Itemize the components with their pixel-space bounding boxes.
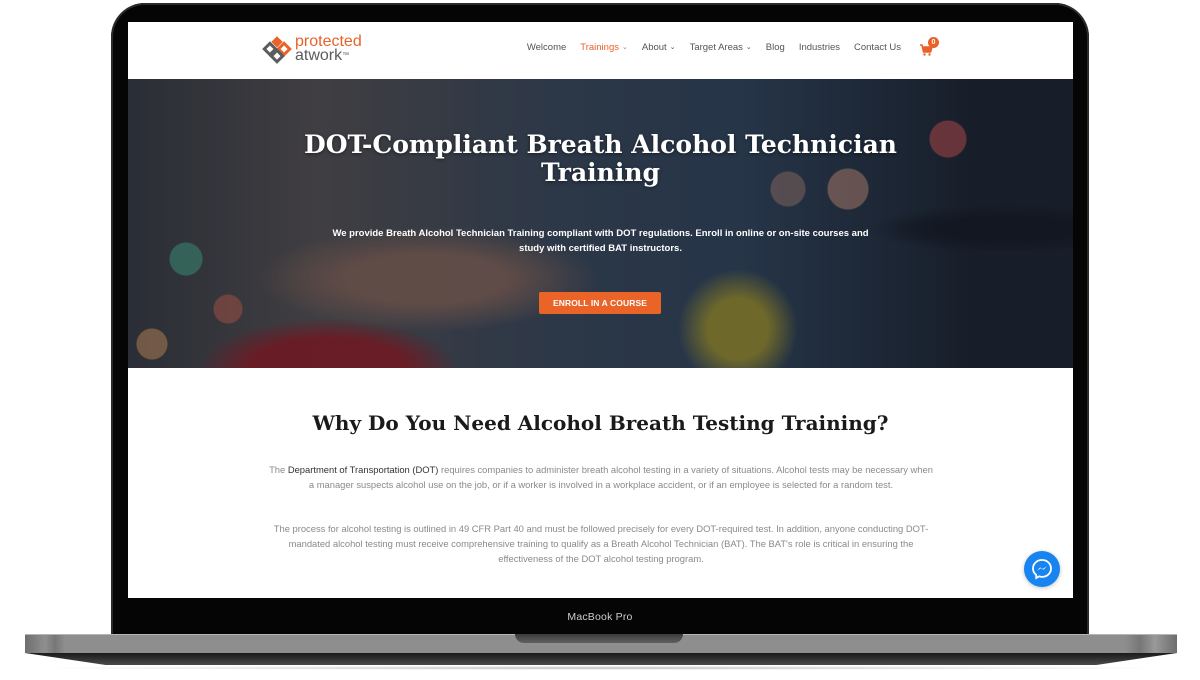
nav-label: Welcome xyxy=(526,42,567,53)
nav-label: Trainings xyxy=(580,42,619,53)
nav-label: Target Areas xyxy=(689,42,743,53)
site-header: protected atwork™ Welcome Trainings ⌄ Ab… xyxy=(128,22,1073,79)
hero-banner: DOT-Compliant Breath Alcohol Technician … xyxy=(128,79,1073,368)
nav-label: Blog xyxy=(765,42,785,53)
nav-item-contact-us[interactable]: Contact Us xyxy=(854,42,901,53)
nav-item-blog[interactable]: Blog xyxy=(766,42,785,53)
laptop-notch xyxy=(515,634,683,643)
p1-prefix: The xyxy=(269,464,288,475)
paragraph-testing-process: The process for alcohol testing is outli… xyxy=(273,523,929,564)
hero-subtitle: We provide Breath Alcohol Technician Tra… xyxy=(332,228,869,254)
logo-icon xyxy=(262,36,292,64)
dot-link[interactable]: Department of Transportation (DOT) xyxy=(288,464,439,475)
nav-label: About xyxy=(641,42,667,53)
chevron-down-icon: ⌄ xyxy=(622,43,628,51)
site-logo[interactable]: protected atwork™ xyxy=(262,34,362,64)
device-label: MacBook Pro xyxy=(567,611,633,623)
nav-item-trainings[interactable]: Trainings ⌄ xyxy=(580,42,628,53)
main-nav: Welcome Trainings ⌄ About ⌄ Target Areas… xyxy=(513,42,933,53)
laptop-foot xyxy=(25,653,1177,665)
laptop-shadow xyxy=(15,666,1185,670)
logo-text-atwork: atwork™ xyxy=(295,47,362,64)
logo-text-atwork-word: atwork xyxy=(295,47,343,64)
nav-label: Contact Us xyxy=(854,42,901,53)
cart-count-badge: 0 xyxy=(928,37,939,48)
browser-screen: protected atwork™ Welcome Trainings ⌄ Ab… xyxy=(128,22,1073,598)
messenger-icon xyxy=(1032,559,1052,580)
nav-item-welcome[interactable]: Welcome xyxy=(527,42,566,53)
paragraph-dot-requirements: The Department of Transportation (DOT) r… xyxy=(266,462,936,492)
nav-item-target-areas[interactable]: Target Areas ⌄ xyxy=(690,42,752,53)
trademark-symbol: ™ xyxy=(342,52,350,59)
enroll-course-button[interactable]: ENROLL IN A COURSE xyxy=(539,292,661,314)
messenger-chat-button[interactable] xyxy=(1024,551,1060,587)
hero-title: DOT-Compliant Breath Alcohol Technician … xyxy=(128,131,1073,187)
hero-title-line2: Training xyxy=(541,158,660,187)
hero-title-line1: DOT-Compliant Breath Alcohol Technician xyxy=(304,130,897,159)
nav-item-industries[interactable]: Industries xyxy=(799,42,840,53)
section-title: Why Do You Need Alcohol Breath Testing T… xyxy=(312,411,889,435)
chevron-down-icon: ⌄ xyxy=(669,43,676,51)
chevron-down-icon: ⌄ xyxy=(745,43,752,51)
nav-label: Industries xyxy=(798,42,840,53)
nav-item-about[interactable]: About ⌄ xyxy=(642,42,676,53)
